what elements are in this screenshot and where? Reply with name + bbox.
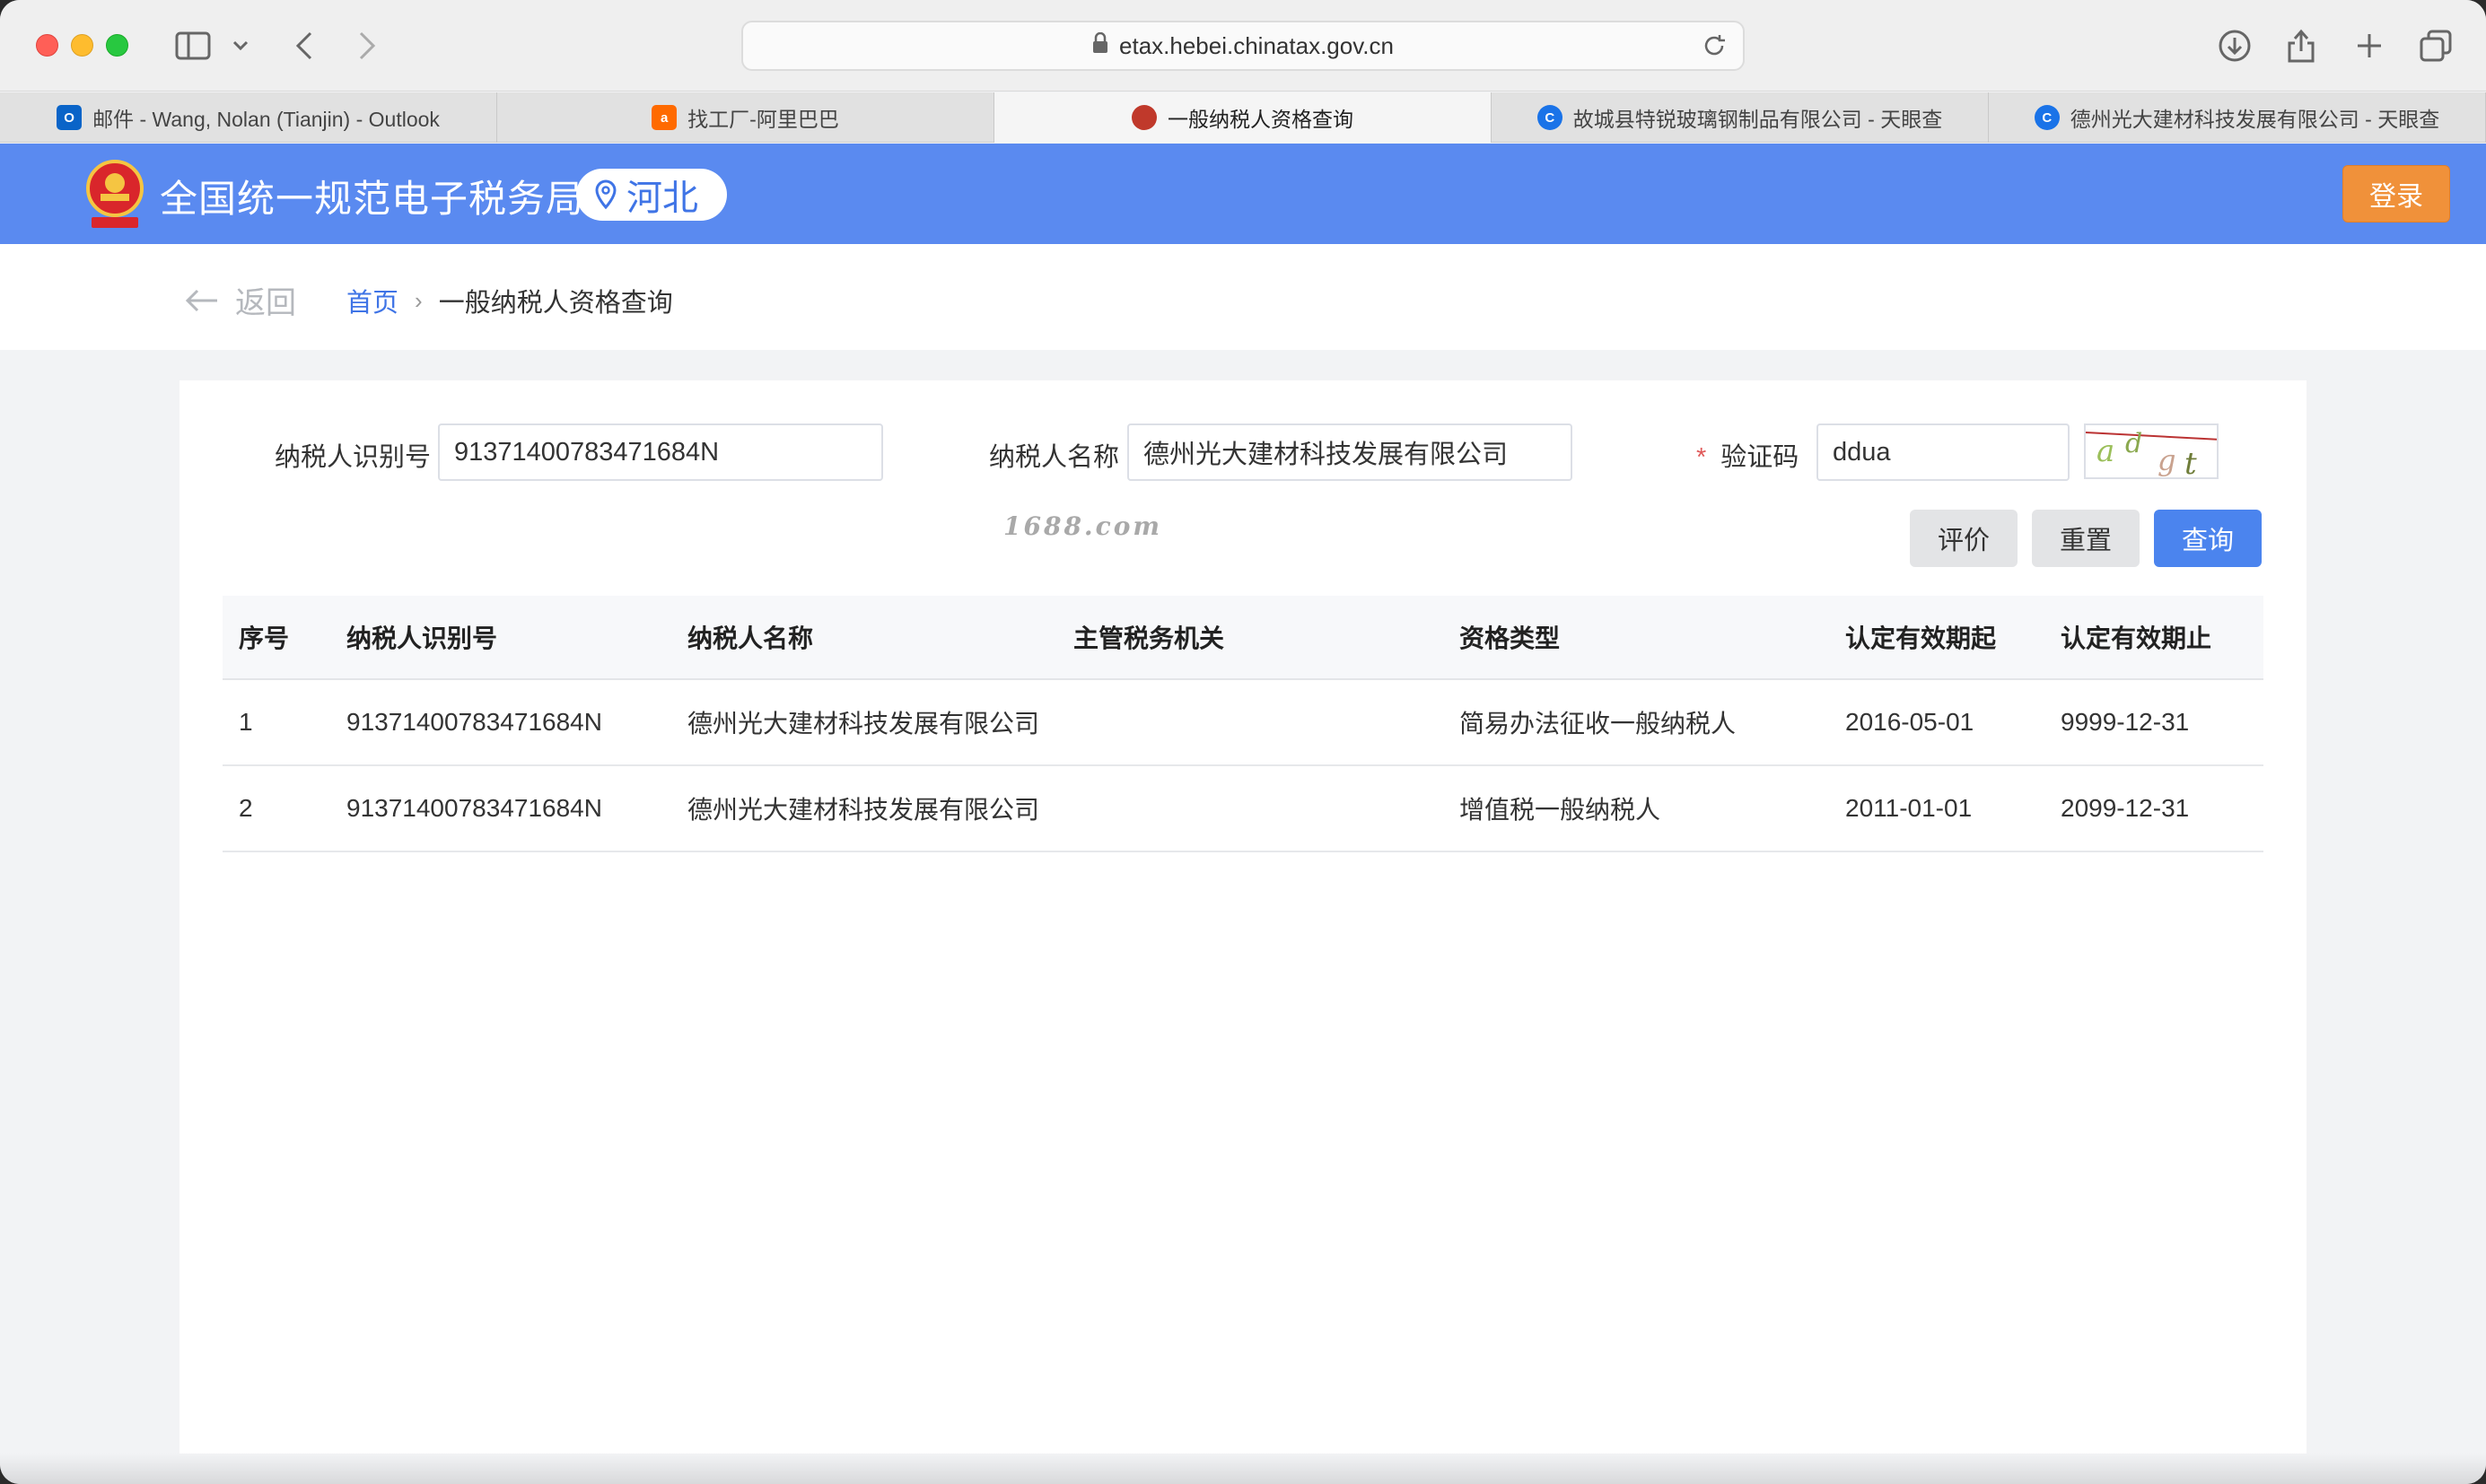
table-header: 序号 纳税人识别号 纳税人名称 主管税务机关 资格类型 认定有效期起 认定有效期… [223, 596, 2263, 680]
share-icon[interactable] [2281, 25, 2321, 66]
address-bar[interactable]: etax.hebei.chinatax.gov.cn [741, 21, 1745, 71]
cell-valid-from: 2016-05-01 [1845, 708, 1974, 736]
breadcrumb-current: 一般纳税人资格查询 [438, 289, 673, 318]
site-title: 全国统一规范电子税务局 [160, 178, 585, 220]
tab-tianyancha-2[interactable]: C 德州光大建材科技发展有限公司 - 天眼查 [1989, 92, 2486, 143]
tab-label: 故城县特锐玻璃钢制品有限公司 - 天眼查 [1572, 108, 1943, 131]
new-tab-icon[interactable] [2350, 25, 2389, 66]
chevron-down-icon[interactable] [230, 25, 251, 66]
taxpayer-name-input[interactable]: 德州光大建材科技发展有限公司 [1127, 423, 1572, 481]
query-panel: 纳税人识别号 91371400783471684N 纳税人名称 德州光大建材科技… [179, 380, 2307, 1453]
watermark: 1688.com [1003, 511, 1163, 541]
cell-taxpayer-id: 91371400783471684N [346, 708, 602, 736]
taxpayer-name-label: 纳税人名称 [989, 443, 1120, 472]
tab-bar: O 邮件 - Wang, Nolan (Tianjin) - Outlook a… [0, 92, 2486, 143]
region-label: 河北 [626, 179, 698, 218]
captcha-input[interactable]: ddua [1816, 423, 2070, 481]
required-mark: * [1696, 443, 1707, 472]
chevron-right-icon: › [415, 286, 423, 314]
tab-tianyancha-1[interactable]: C 故城县特锐玻璃钢制品有限公司 - 天眼查 [1492, 92, 1989, 143]
tab-alibaba[interactable]: a 找工厂-阿里巴巴 [497, 92, 994, 143]
captcha-char: a [2096, 433, 2114, 469]
tab-label: 找工厂-阿里巴巴 [687, 108, 839, 131]
national-emblem-icon [83, 156, 147, 231]
lock-icon [1092, 31, 1108, 60]
breadcrumb-home[interactable]: 首页 [346, 282, 398, 319]
site-header: 全国统一规范电子税务局 河北 登录 [0, 144, 2486, 244]
outlook-icon: O [57, 105, 83, 130]
cell-index: 1 [239, 708, 253, 736]
captcha-char: g [2158, 443, 2175, 477]
table-row: 1 91371400783471684N 德州光大建材科技发展有限公司 简易办法… [223, 680, 2263, 766]
forward-nav-icon[interactable] [352, 25, 382, 66]
captcha-image[interactable]: a d g t [2084, 423, 2219, 479]
back-link[interactable]: 返回 [185, 278, 296, 322]
region-selector[interactable]: 河北 [576, 169, 727, 221]
sidebar-toggle-icon[interactable] [172, 25, 214, 66]
cell-taxpayer-name: 德州光大建材科技发展有限公司 [687, 796, 1040, 824]
reset-button[interactable]: 重置 [2032, 510, 2140, 567]
cell-valid-from: 2011-01-01 [1845, 794, 1973, 822]
url-text: etax.hebei.chinatax.gov.cn [1119, 31, 1394, 59]
tab-label: 邮件 - Wang, Nolan (Tianjin) - Outlook [92, 108, 440, 131]
location-pin-icon [595, 179, 617, 210]
tab-overview-icon[interactable] [2416, 25, 2455, 66]
taxpayer-id-label: 纳税人识别号 [275, 443, 432, 472]
tianyancha-icon: C [2034, 105, 2060, 130]
header-index: 序号 [239, 624, 290, 652]
header-tax-authority: 主管税务机关 [1073, 624, 1225, 652]
minimize-window-button[interactable] [71, 34, 93, 57]
captcha-label: 验证码 [1720, 443, 1799, 472]
alibaba-icon: a [652, 105, 678, 130]
header-qualification-type: 资格类型 [1459, 624, 1561, 652]
header-taxpayer-id: 纳税人识别号 [346, 624, 498, 652]
taxpayer-id-input[interactable]: 91371400783471684N [438, 423, 883, 481]
header-valid-from: 认定有效期起 [1845, 624, 1997, 652]
back-nav-icon[interactable] [289, 25, 320, 66]
header-valid-to: 认定有效期止 [2061, 624, 2212, 652]
back-label: 返回 [235, 286, 296, 320]
login-button[interactable]: 登录 [2342, 165, 2450, 223]
table-row: 2 91371400783471684N 德州光大建材科技发展有限公司 增值税一… [223, 766, 2263, 852]
tax-emblem-icon [1132, 105, 1157, 130]
captcha-char: d [2125, 428, 2142, 459]
captcha-char: t [2184, 446, 2197, 479]
bottom-edge [0, 1453, 2486, 1484]
tab-outlook[interactable]: O 邮件 - Wang, Nolan (Tianjin) - Outlook [0, 92, 497, 143]
zoom-window-button[interactable] [106, 34, 128, 57]
tab-tax-query[interactable]: 一般纳税人资格查询 [994, 92, 1492, 143]
header-taxpayer-name: 纳税人名称 [687, 624, 814, 652]
cell-qualification-type: 简易办法征收一般纳税人 [1459, 710, 1737, 738]
evaluate-button[interactable]: 评价 [1910, 510, 2018, 567]
download-icon[interactable] [2215, 25, 2254, 66]
tab-label: 一般纳税人资格查询 [1168, 108, 1353, 131]
close-window-button[interactable] [36, 34, 58, 57]
breadcrumb-bar: 返回 首页 › 一般纳税人资格查询 [0, 244, 2486, 350]
browser-window: etax.hebei.chinatax.gov.cn O 邮件 - Wang, … [0, 0, 2486, 1484]
breadcrumb: 首页 › 一般纳税人资格查询 [346, 282, 673, 319]
cell-valid-to: 2099-12-31 [2061, 794, 2190, 822]
cell-valid-to: 9999-12-31 [2061, 708, 2190, 736]
browser-toolbar: etax.hebei.chinatax.gov.cn [0, 0, 2486, 92]
query-button[interactable]: 查询 [2154, 510, 2262, 567]
cell-taxpayer-name: 德州光大建材科技发展有限公司 [687, 710, 1040, 738]
cell-index: 2 [239, 794, 253, 822]
arrow-left-icon [185, 289, 217, 311]
cell-taxpayer-id: 91371400783471684N [346, 794, 602, 822]
tab-label: 德州光大建材科技发展有限公司 - 天眼查 [2070, 108, 2440, 131]
captcha-label-group: * 验证码 [1696, 436, 1799, 474]
reload-icon[interactable] [1702, 33, 1727, 65]
cell-qualification-type: 增值税一般纳税人 [1459, 796, 1661, 824]
results-table: 序号 纳税人识别号 纳税人名称 主管税务机关 资格类型 认定有效期起 认定有效期… [223, 596, 2263, 852]
tianyancha-icon: C [1536, 105, 1563, 130]
